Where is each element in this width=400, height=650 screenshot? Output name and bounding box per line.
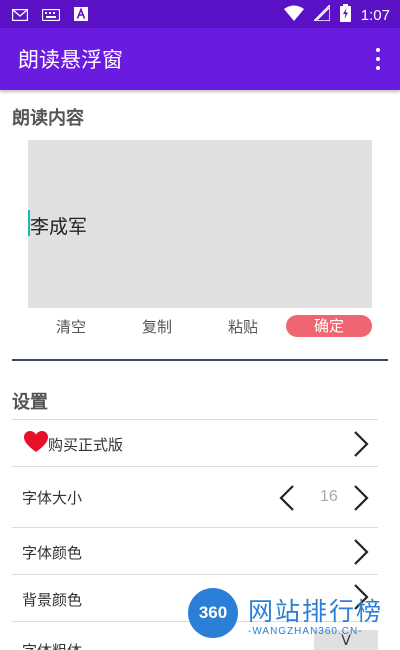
decrease-font-size-button[interactable] <box>276 484 298 512</box>
keyboard-icon <box>41 6 61 25</box>
clear-button[interactable]: 清空 <box>44 316 98 338</box>
status-bar: 1:07 <box>0 0 400 28</box>
wifi-icon <box>283 5 304 25</box>
signal-icon <box>311 3 331 25</box>
dot-icon <box>376 48 380 52</box>
settings-section-title: 设置 <box>12 392 48 413</box>
font-size-label: 字体大小 <box>22 489 83 507</box>
font-size-value: 16 <box>320 488 338 505</box>
read-section-title: 朗读内容 <box>12 108 84 129</box>
settings-row-font-color[interactable]: 字体颜色 <box>12 527 378 575</box>
heart-icon <box>24 431 48 457</box>
watermark-title: 网站排行榜 <box>248 597 384 626</box>
dot-icon <box>376 66 380 70</box>
dot-icon <box>376 57 380 61</box>
partial-row-label: 字体粗体 <box>22 640 82 650</box>
paste-button[interactable]: 粘贴 <box>216 316 270 338</box>
increase-font-size-button[interactable] <box>350 484 372 512</box>
bg-color-label: 背景颜色 <box>22 591 83 609</box>
app-title: 朗读悬浮窗 <box>18 48 123 72</box>
buy-full-version-label: 购买正式版 <box>48 436 124 454</box>
watermark-subtitle: -WANGZHAN360.CN- <box>248 626 363 637</box>
text-a-icon <box>74 6 88 25</box>
settings-row-buy[interactable]: 购买正式版 <box>12 419 378 467</box>
watermark-badge: 360 <box>188 588 238 638</box>
copy-button[interactable]: 复制 <box>130 316 184 338</box>
read-text-value: 李成军 <box>30 216 88 238</box>
chevron-right-icon <box>350 430 372 458</box>
font-color-label: 字体颜色 <box>22 544 83 562</box>
gmail-icon <box>11 6 29 25</box>
screen: 1:07 朗读悬浮窗 朗读内容 李成军 清空 复制 粘贴 确定 设置 购买正式版… <box>0 0 400 650</box>
read-text-input[interactable]: 李成军 <box>28 140 372 308</box>
status-time: 1:07 <box>360 6 390 24</box>
section-divider <box>12 359 388 361</box>
watermark-logo: 360 网站排行榜 -WANGZHAN360.CN- <box>188 588 398 648</box>
app-bar: 朗读悬浮窗 <box>0 28 400 90</box>
overflow-menu-button[interactable] <box>370 46 386 72</box>
battery-charging-icon <box>339 4 351 26</box>
confirm-button[interactable]: 确定 <box>286 315 372 337</box>
settings-row-font-size: 字体大小 16 <box>12 466 378 528</box>
chevron-right-icon <box>350 538 372 566</box>
